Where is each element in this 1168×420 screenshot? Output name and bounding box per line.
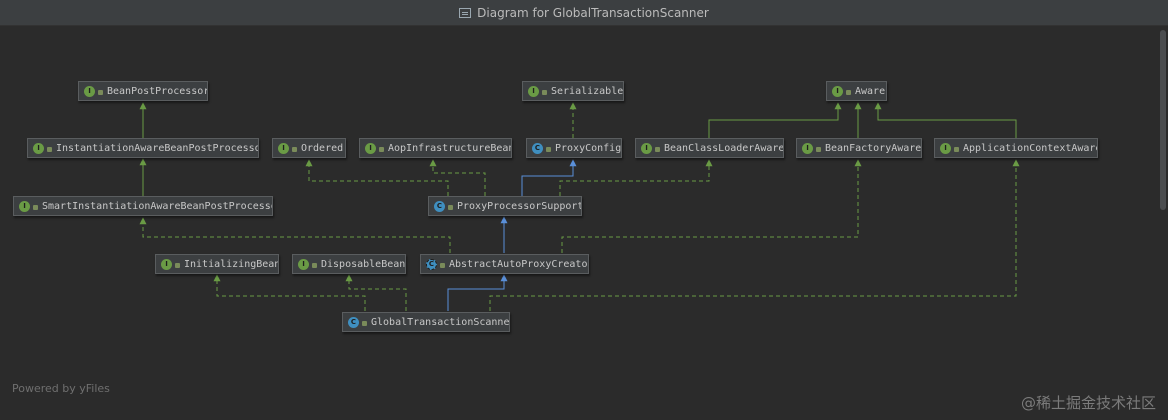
powered-by-label: Powered by yFiles: [12, 382, 110, 395]
interface-icon: I: [641, 142, 652, 154]
lock-icon: [846, 89, 851, 95]
node-beanpostprocessor[interactable]: I BeanPostProcessor: [78, 81, 208, 101]
node-label: DisposableBean: [321, 258, 406, 270]
lock-icon: [292, 146, 297, 152]
node-label: ProxyConfig: [555, 142, 622, 154]
lock-icon: [440, 262, 445, 268]
lock-icon: [362, 320, 367, 326]
node-proxyconfig[interactable]: C ProxyConfig: [526, 138, 622, 158]
interface-icon: I: [33, 142, 44, 154]
lock-icon: [542, 89, 547, 95]
edge-abstractautoproxycreator-beanfactoryaware: [561, 159, 862, 253]
node-label: ApplicationContextAware: [963, 142, 1098, 154]
class-icon: C: [532, 142, 543, 154]
node-label: AbstractAutoProxyCreator: [449, 258, 589, 270]
node-ordered[interactable]: I Ordered: [272, 138, 346, 158]
node-label: BeanPostProcessor: [107, 85, 208, 97]
edge-applicationcontextaware-aware: [874, 102, 1017, 138]
lock-icon: [379, 146, 384, 152]
watermark: @稀土掘金技术社区: [1020, 394, 1156, 412]
interface-icon: I: [161, 258, 172, 270]
lock-icon: [312, 262, 317, 268]
lock-icon: [448, 204, 453, 210]
node-aware[interactable]: I Aware: [826, 81, 887, 101]
lock-icon: [47, 146, 52, 152]
node-serializable[interactable]: I Serializable: [522, 81, 624, 101]
lock-icon: [98, 89, 103, 95]
abstract-class-icon: C: [426, 258, 437, 270]
node-smartinstantiationawarebeanpostprocessor[interactable]: I SmartInstantiationAwareBeanPostProcess…: [13, 196, 273, 216]
node-abstractautoproxycreator[interactable]: C AbstractAutoProxyCreator: [420, 254, 589, 274]
node-label: Serializable: [551, 85, 624, 97]
lock-icon: [546, 146, 551, 152]
node-label: BeanFactoryAware: [825, 142, 922, 154]
node-label: Aware: [855, 85, 886, 97]
node-instantiationawarebeanpostprocessor[interactable]: I InstantiationAwareBeanPostProcessor: [27, 138, 259, 158]
edge-beanclassloaderaware-aware: [708, 102, 842, 138]
node-label: SmartInstantiationAwareBeanPostProcessor: [42, 200, 273, 212]
class-icon: C: [434, 200, 445, 212]
node-applicationcontextaware[interactable]: I ApplicationContextAware: [934, 138, 1098, 158]
edge-globaltransactionscanner-initializingbean: [213, 274, 366, 311]
lock-icon: [175, 262, 180, 268]
edge-globaltransactionscanner-disposablebean: [345, 274, 407, 311]
node-label: InitializingBean: [184, 258, 279, 270]
interface-icon: I: [84, 85, 95, 97]
interface-icon: I: [940, 142, 951, 154]
node-label: InstantiationAwareBeanPostProcessor: [56, 142, 259, 154]
node-aopinfrastructurebean[interactable]: I AopInfrastructureBean: [359, 138, 512, 158]
lock-icon: [816, 146, 821, 152]
node-beanclassloaderaware[interactable]: I BeanClassLoaderAware: [635, 138, 784, 158]
interface-icon: I: [19, 200, 30, 212]
edge-globaltransactionscanner-abstractautoproxycreator: [447, 274, 508, 311]
interface-icon: I: [298, 258, 309, 270]
node-initializingbean[interactable]: I InitializingBean: [155, 254, 279, 274]
edge-proxyprocessorsupport-proxyconfig: [521, 159, 577, 196]
node-proxyprocessorsupport[interactable]: C ProxyProcessorSupport: [428, 196, 582, 216]
interface-icon: I: [278, 142, 289, 154]
edge-proxyprocessorsupport-aopinfra: [429, 159, 486, 196]
lock-icon: [33, 204, 38, 210]
interface-icon: I: [832, 85, 843, 97]
edge-globaltransactionscanner-applicationcontextaware: [489, 159, 1020, 311]
node-disposablebean[interactable]: I DisposableBean: [292, 254, 406, 274]
class-icon: C: [348, 316, 359, 328]
node-globaltransactionscanner[interactable]: C GlobalTransactionScanner: [342, 312, 510, 332]
node-beanfactoryaware[interactable]: I BeanFactoryAware: [796, 138, 922, 158]
interface-icon: I: [365, 142, 376, 154]
node-label: Ordered: [301, 142, 344, 154]
edge-abstractautoproxycreator-smart: [139, 217, 451, 253]
lock-icon: [954, 146, 959, 152]
node-label: GlobalTransactionScanner: [371, 316, 510, 328]
lock-icon: [655, 146, 660, 152]
edge-proxyprocessorsupport-ordered: [305, 159, 449, 196]
node-label: ProxyProcessorSupport: [457, 200, 582, 212]
interface-icon: I: [528, 85, 539, 97]
node-label: AopInfrastructureBean: [388, 142, 512, 154]
node-label: BeanClassLoaderAware: [664, 142, 784, 154]
interface-icon: I: [802, 142, 813, 154]
edge-proxyprocessorsupport-beanclassloaderaware: [559, 159, 713, 196]
